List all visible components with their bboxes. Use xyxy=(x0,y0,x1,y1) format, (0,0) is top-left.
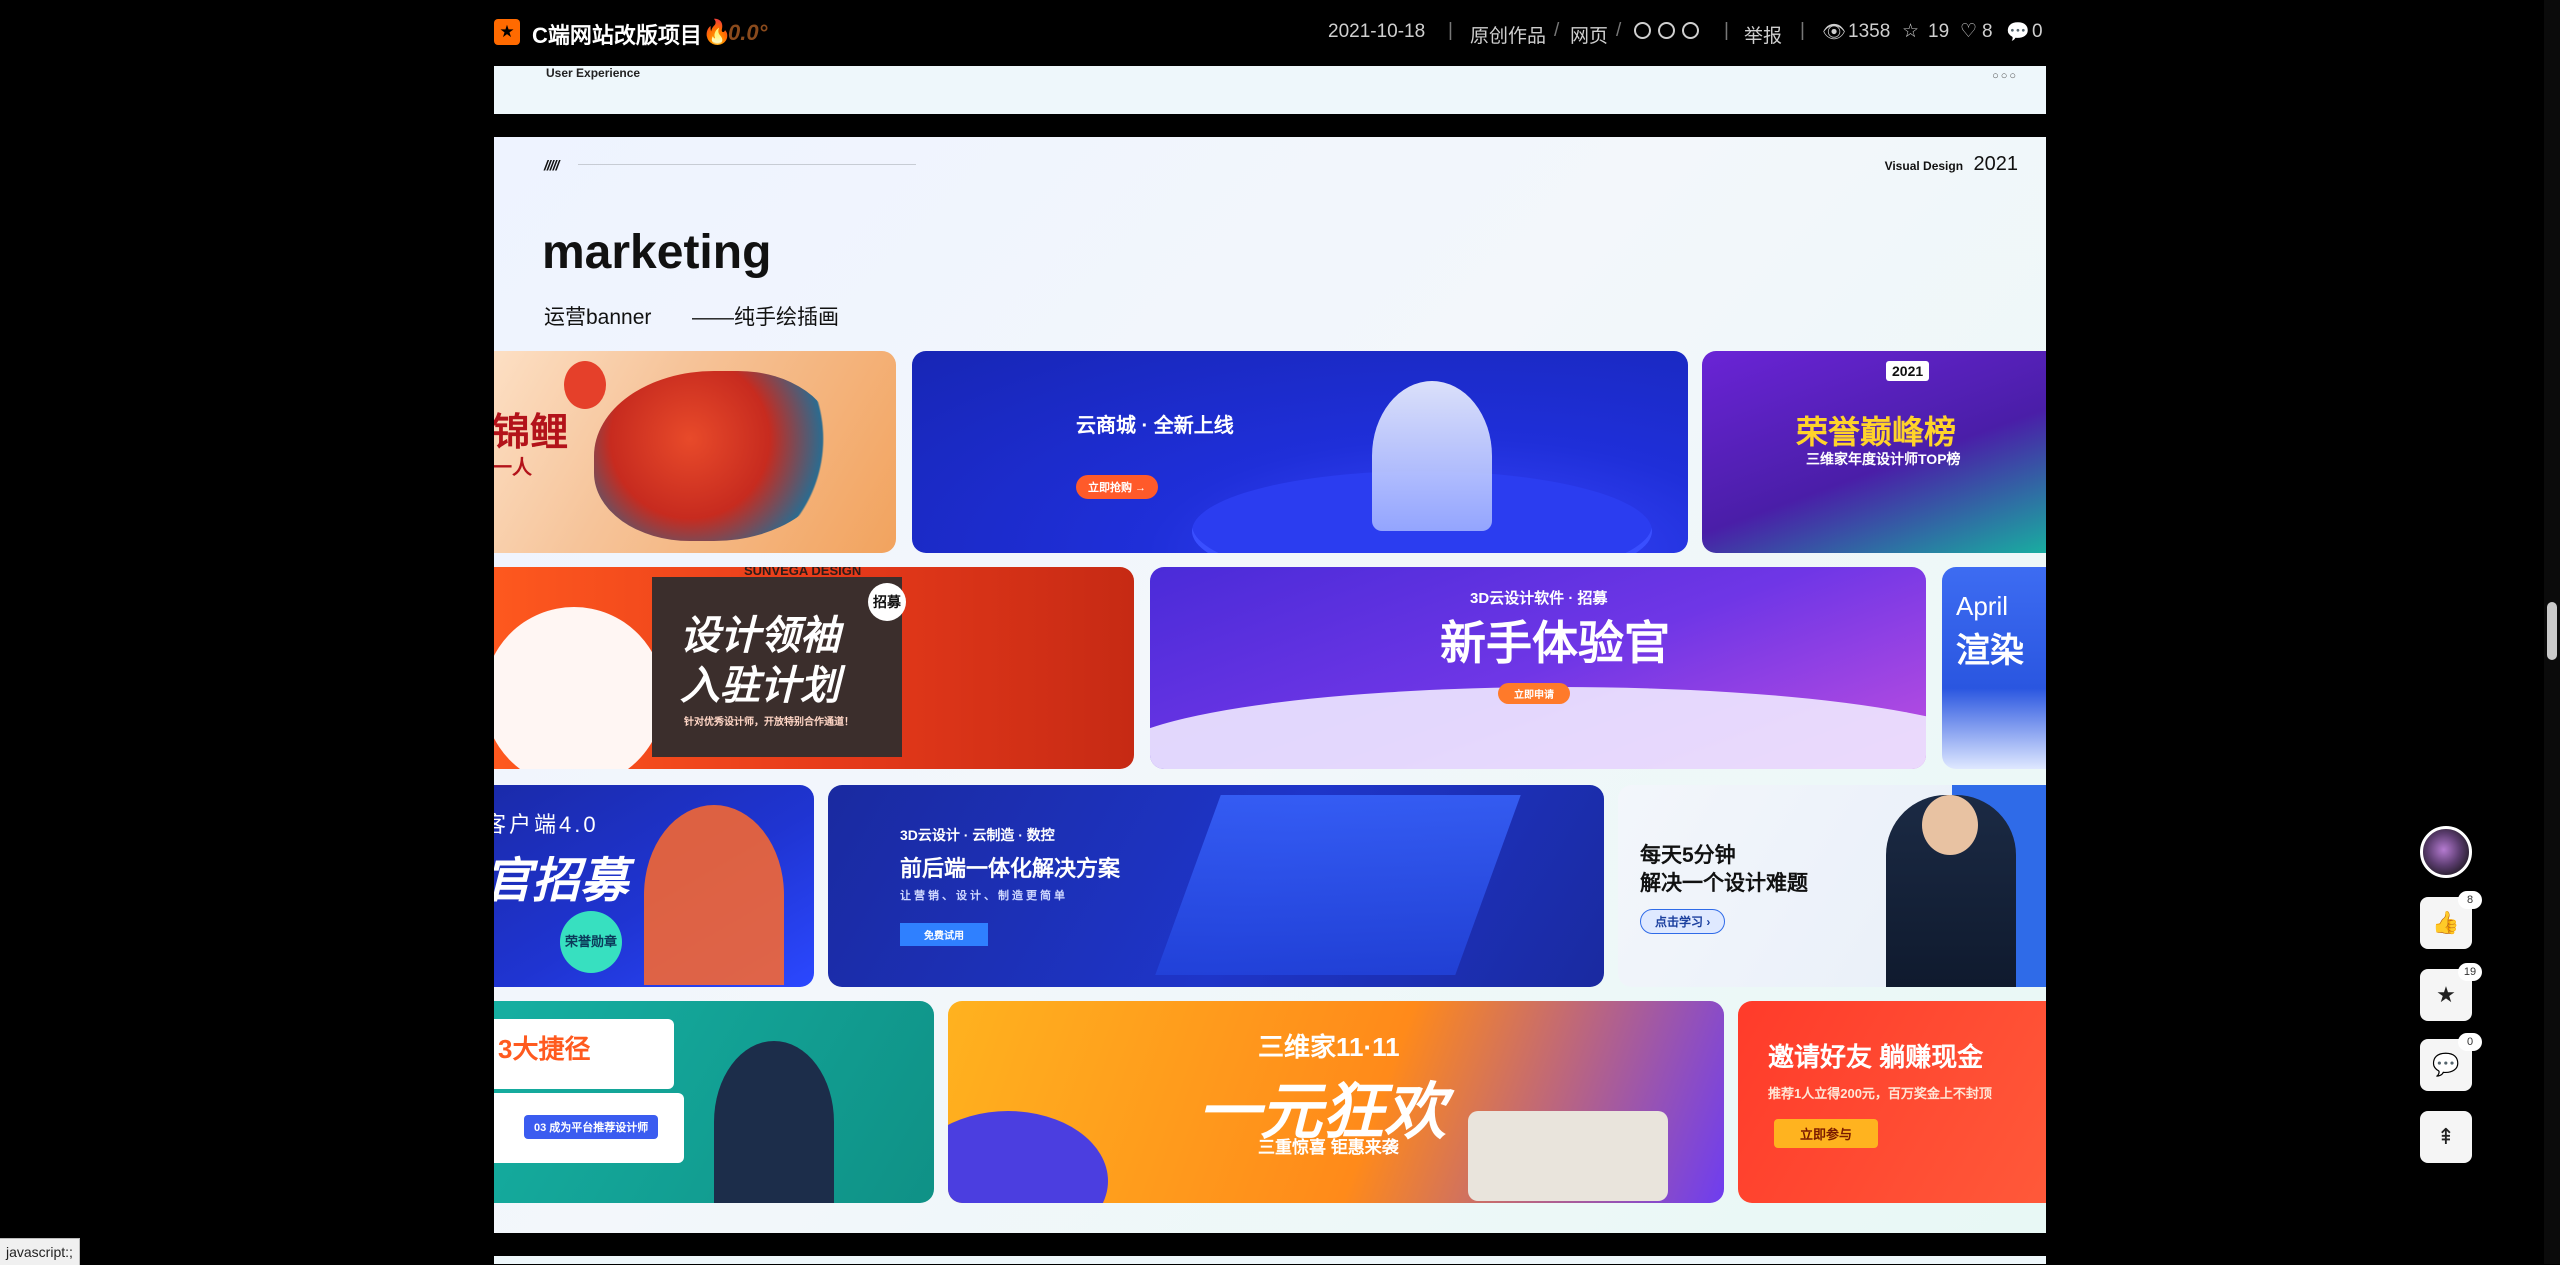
visual-design-tag: Visual Design 2021 xyxy=(1885,153,2018,176)
banner-invite-sub: 推荐1人立得200元，百万奖金上不封顶 xyxy=(1768,1086,1992,1101)
favorites-count: 19 xyxy=(1928,21,1950,42)
banner-koi-subtitle: 一人 xyxy=(494,457,532,479)
banner-three-paths-card: 03 成为平台推荐设计师 xyxy=(524,1115,659,1139)
favorite-button[interactable]: ★ 19 xyxy=(2420,963,2482,1021)
banner-integration-button: 免费试用 xyxy=(900,923,988,946)
comment-icon: 💬 xyxy=(2432,1052,2460,1077)
banner-double-eleven-top: 三维家11·11 xyxy=(1258,1032,1400,1062)
banner-tips-button: 点击学习 › xyxy=(1640,909,1726,934)
slashes-decoration: ///// xyxy=(544,157,559,173)
score-value: 0.0° xyxy=(728,20,768,45)
category-link[interactable]: 原创作品 xyxy=(1470,21,1546,48)
star-icon: ★ xyxy=(2436,982,2456,1007)
artwork-image-marketing: ///// Visual Design 2021 marketing 运营ban… xyxy=(494,137,2046,1233)
banner-client-top: 客户端4.0 xyxy=(494,812,599,837)
banner-tips-title1: 每天5分钟 xyxy=(1640,844,1736,867)
banner-cloud-mall: 云商城 · 全新上线 立即抢购 → xyxy=(912,351,1688,553)
comment-icon[interactable]: 💬 xyxy=(2006,20,2030,44)
comments-count: 0 xyxy=(2032,21,2043,42)
banner-koi-title: 锦鲤 xyxy=(494,412,569,454)
banner-honor-title: 荣誉巅峰榜 xyxy=(1796,414,1957,450)
banner-client-recruit: 客户端4.0 官招募 荣誉勋章 xyxy=(494,785,814,987)
previous-artwork-image: User Experience ○○○ xyxy=(494,66,2046,114)
divider: / xyxy=(1554,20,1560,41)
banner-april-render: April 渲染 xyxy=(1942,567,2046,769)
banner-integration-solution: 3D云设计 · 云制造 · 数控 前后端一体化解决方案 让营销、设计、制造更简单… xyxy=(828,785,1604,987)
heart-icon[interactable]: ♡ xyxy=(1960,20,1977,43)
like-button[interactable]: 👍 8 xyxy=(2420,891,2482,949)
comment-button[interactable]: 💬 0 xyxy=(2420,1033,2482,1091)
favorite-count-badge: 19 xyxy=(2458,963,2482,981)
banner-integration-top: 3D云设计 · 云制造 · 数控 xyxy=(900,827,1055,843)
visual-design-year: 2021 xyxy=(1973,153,2019,175)
banner-invite-button: 立即参与 xyxy=(1774,1119,1879,1148)
banner-invite-title: 邀请好友 躺赚现金 xyxy=(1768,1042,1984,1072)
views-count: 1358 xyxy=(1848,21,1891,42)
banner-honor-subtitle: 三维家年度设计师TOP榜 xyxy=(1806,451,1961,467)
divider: | xyxy=(1448,20,1453,41)
cc-license-icon[interactable] xyxy=(1634,22,1651,39)
noncommercial-icon[interactable] xyxy=(1658,22,1675,39)
banner-cloud-mall-button: 立即抢购 → xyxy=(1076,475,1159,499)
scrollbar-thumb[interactable] xyxy=(2547,602,2557,660)
banner-trial-officer-top: 3D云设计软件 · 招募 xyxy=(1470,590,1608,607)
divider: | xyxy=(1724,20,1729,41)
banner-april-title: April xyxy=(1956,591,2009,621)
banner-trial-officer: 3D云设计软件 · 招募 新手体验官 立即申请 xyxy=(1150,567,1926,769)
banner-koi: 锦鲤 一人 xyxy=(494,351,896,553)
header-line xyxy=(578,164,916,165)
banner-design-leader-badge: 招募 xyxy=(868,583,906,621)
section-heading: marketing xyxy=(542,226,772,279)
type-link[interactable]: 网页 xyxy=(1570,21,1608,48)
banner-three-paths-title: 3大捷径 xyxy=(498,1034,591,1064)
likes-count: 8 xyxy=(1982,21,1993,42)
project-title: C端网站改版项目 xyxy=(532,23,702,48)
banner-trial-officer-button: 立即申请 xyxy=(1498,683,1570,704)
banner-tips-title2: 解决一个设计难题 xyxy=(1640,872,1808,895)
visual-design-label: Visual Design xyxy=(1884,159,1964,173)
banner-trial-officer-title: 新手体验官 xyxy=(1440,617,1670,669)
report-link[interactable]: 举报 xyxy=(1744,21,1782,48)
banner-integration-title: 前后端一体化解决方案 xyxy=(900,856,1121,881)
comment-count-badge: 0 xyxy=(2458,1033,2482,1051)
banner-double-eleven-sub: 三重惊喜 钜惠来袭 xyxy=(1258,1138,1399,1157)
star-icon[interactable]: ☆ xyxy=(1902,20,1919,43)
publish-date: 2021-10-18 xyxy=(1328,21,1426,42)
next-artwork-image xyxy=(494,1256,2046,1264)
banner-design-leader-brand: SUNVEGA DESIGN xyxy=(744,567,862,578)
noderivs-icon[interactable] xyxy=(1682,22,1699,39)
banner-design-leader-line2: 入驻计划 xyxy=(680,664,840,708)
link-status-bar: javascript:; xyxy=(0,1238,80,1265)
banner-design-leader-note: 针对优秀设计师，开放特别合作通道！ xyxy=(684,717,854,728)
back-to-top-icon: ⇞ xyxy=(2436,1124,2456,1149)
banner-invite-friends: 邀请好友 躺赚现金 推荐1人立得200元，百万奖金上不封顶 立即参与 xyxy=(1738,1001,2046,1203)
banner-double-eleven: 三维家11·11 一元狂欢 三重惊喜 钜惠来袭 xyxy=(948,1001,1724,1203)
author-avatar[interactable] xyxy=(2420,826,2472,878)
banner-april-subtitle: 渲染 xyxy=(1956,632,2024,670)
eye-icon: 👁 xyxy=(1822,22,1847,43)
banner-client-title: 官招募 xyxy=(494,855,629,908)
project-logo-icon[interactable]: ★ xyxy=(494,19,520,45)
thumbs-up-icon: 👍 xyxy=(2432,910,2460,935)
banner-honor-list: 2021 荣誉巅峰榜 三维家年度设计师TOP榜 xyxy=(1702,351,2046,553)
dots-decoration: ○○○ xyxy=(1992,70,2018,82)
banner-design-leader: SUNVEGA DESIGN 设计领袖 入驻计划 招募 针对优秀设计师，开放特别… xyxy=(494,567,1134,769)
ux-label: User Experience xyxy=(546,66,641,80)
section-subtitle-note: ——纯手绘插画 xyxy=(692,306,839,329)
divider: | xyxy=(1800,20,1805,41)
banner-cloud-mall-title: 云商城 · 全新上线 xyxy=(1076,415,1234,437)
banner-three-paths: 3大捷径 03 成为平台推荐设计师 xyxy=(494,1001,934,1203)
banner-honor-year: 2021 xyxy=(1886,361,1930,381)
like-count-badge: 8 xyxy=(2458,891,2482,909)
banner-design-tips: 每天5分钟 解决一个设计难题 点击学习 › xyxy=(1618,785,2046,987)
banner-client-circle: 荣誉勋章 xyxy=(560,911,622,973)
divider: / xyxy=(1616,20,1622,41)
top-bar: ★ C端网站改版项目 🔥 0.0° 2021-10-18 | 原创作品 / 网页… xyxy=(0,0,2560,66)
section-subtitle: 运营banner xyxy=(544,306,652,329)
back-to-top-button[interactable]: ⇞ xyxy=(2420,1111,2472,1163)
banner-integration-sub: 让营销、设计、制造更简单 xyxy=(900,890,1068,902)
